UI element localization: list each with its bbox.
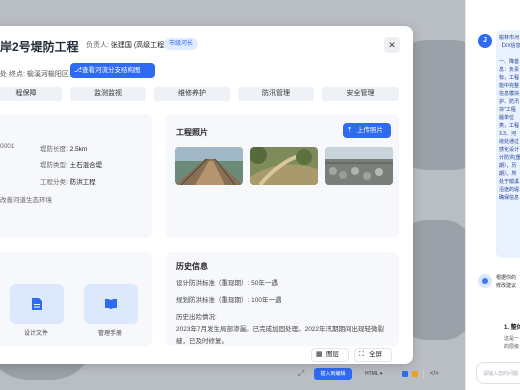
insert-to-editor-button[interactable]: 插入到编辑 — [314, 368, 352, 380]
document-icon — [32, 298, 42, 310]
project-category: 工程分类: 防洪工程 — [40, 176, 96, 186]
layer-button-label: 图层 — [326, 351, 339, 358]
past-incidents-text-1: 2023年7月发生局部渗漏。已完成加固处理。2022年汛期期间出现轻微裂 — [176, 326, 385, 333]
reply-section-text: 这是一 的层级 — [504, 335, 519, 351]
dike-photo-2[interactable] — [250, 147, 318, 185]
page-title: 岸2号堤防工程 — [0, 40, 79, 54]
message-line: 沿途的堤 — [499, 187, 520, 193]
dike-type-label: 堤防类型: — [40, 162, 68, 169]
past-incidents-text-2: 缝，已及时修复。 — [176, 338, 228, 345]
tab-engineering[interactable]: 程保障 — [0, 87, 62, 101]
message-line: 期）。所 — [499, 171, 517, 177]
blue-swatch-icon[interactable] — [402, 371, 408, 377]
layers-icon: ▦ — [316, 351, 323, 358]
message-line: 类，工程 — [499, 123, 520, 129]
dike-length-label: 堤防长度: — [40, 146, 68, 153]
project-code: 0001 — [0, 143, 15, 150]
project-category-label: 工程分类: — [40, 179, 68, 186]
dike-photo-1[interactable] — [175, 147, 243, 185]
fullscreen-icon: ⛶ — [359, 351, 364, 358]
close-button[interactable]: ✕ — [384, 37, 400, 53]
format-select[interactable]: HTML ▾ — [365, 369, 382, 379]
message-line: 信息模块 — [499, 91, 520, 97]
message-line: 息：负责 — [499, 67, 520, 73]
fullscreen-button[interactable]: ⛶ 全屏 — [354, 348, 392, 362]
message-line: 绕处通过 — [499, 139, 520, 145]
history-heading: 历史信息 — [176, 262, 208, 271]
view-branch-map-label: 查看河流分支结构图 — [82, 67, 141, 74]
fullscreen-button-label: 全屏 — [369, 351, 382, 358]
dike-photo-3[interactable] — [325, 147, 393, 185]
message-line: 感化设计 — [499, 147, 520, 153]
message-line — [499, 50, 520, 58]
assistant-panel: J 榆林市河【XX信息 一、降首息：负责标，工程能中完整信息模块护、防汛块"工程… — [465, 0, 520, 390]
assistant-reply: 根据你的 修改建议 — [496, 274, 520, 290]
code-view-icon[interactable]: </> — [430, 369, 439, 379]
message-line: 履单位 — [499, 115, 515, 121]
editor-toolbar: ⤢ 插入到编辑 HTML ▾ </> — [292, 366, 465, 382]
format-select-value: HTML — [365, 371, 379, 377]
message-line: 榆林市河 — [499, 35, 520, 41]
user-avatar: J — [478, 34, 492, 48]
message-line: 确保信息 — [499, 195, 520, 201]
layer-button[interactable]: ▦ 图层 — [311, 348, 349, 362]
chat-input[interactable]: 请输入您的问题 — [476, 362, 520, 384]
project-goal: 改善河道生态环境 — [0, 197, 52, 204]
design-flood-standard: 设计防洪标准（重现期）: 50年一遇 — [176, 280, 278, 287]
message-line: 期），历 — [499, 163, 517, 169]
assistant-avatar-icon — [478, 274, 492, 288]
message-line: 【XX信息 — [499, 43, 520, 49]
branch-icon: ⎇ — [74, 67, 83, 74]
section-line: 的层级 — [504, 344, 520, 350]
orange-swatch-icon[interactable] — [412, 371, 418, 377]
message-line: 块"工程 — [499, 107, 516, 113]
dike-length: 堤防长度: 2.5km — [40, 143, 87, 153]
location-text: 处 终点: 榆溪河榆阳区界 — [0, 71, 76, 78]
section-line: 这是一 — [504, 336, 520, 342]
reply-line: 根据你的 — [496, 275, 517, 281]
design-doc-label: 设计文件 — [24, 331, 49, 337]
message-line: 计防洪(重 — [499, 155, 520, 161]
dike-detail-modal: 岸2号堤防工程 负责人: 张建国 (高级工程师) 市级河长 ✕ 处 终点: 榆溪… — [0, 26, 413, 364]
tab-maintenance[interactable]: 维修养护 — [154, 87, 230, 101]
dike-length-value: 2.5km — [69, 146, 88, 153]
message-line: 能中完整 — [499, 83, 520, 89]
manual-doc-tile[interactable] — [84, 284, 138, 324]
level-badge: 市级河长 — [164, 38, 199, 50]
dike-type-value: 土石混合堤 — [69, 162, 103, 169]
user-message-bubble: 榆林市河【XX信息 一、降首息：负责标，工程能中完整信息模块护、防汛块"工程履单… — [496, 30, 520, 258]
plan-flood-standard: 规划防洪标准（重现期）: 100年一遇 — [176, 297, 282, 304]
message-line: 标，工程 — [499, 75, 520, 81]
photo-image-1 — [175, 147, 243, 185]
past-incidents-label: 历史出险情况: — [176, 314, 217, 321]
owner-label: 负责人: — [86, 42, 109, 49]
dike-type: 堤防类型: 土石混合堤 — [40, 159, 102, 169]
upload-photo-button[interactable]: ⤒ 上传照片 — [343, 123, 391, 138]
toolbar-divider — [423, 369, 424, 379]
reply-line: 修改建议 — [496, 283, 517, 289]
project-category-value: 防洪工程 — [69, 179, 96, 186]
photos-heading: 工程照片 — [176, 128, 208, 137]
book-icon — [105, 299, 117, 309]
tab-safety[interactable]: 安全管理 — [322, 87, 399, 101]
tab-flood-control[interactable]: 防汛管理 — [238, 87, 314, 101]
tab-monitoring[interactable]: 监测监视 — [70, 87, 146, 101]
tab-bar: 程保障 监测监视 维修养护 防汛管理 安全管理 — [0, 87, 399, 101]
photo-image-3 — [325, 147, 393, 185]
photo-image-2 — [250, 147, 318, 185]
upload-photo-label: 上传照片 — [357, 127, 383, 134]
reply-section-title: 1. 整体 — [504, 325, 520, 331]
manual-doc-label: 管理手册 — [98, 331, 123, 337]
design-doc-tile[interactable] — [10, 284, 64, 324]
message-line: 3.3、河 — [499, 131, 516, 137]
expand-icon[interactable]: ⤢ — [296, 369, 306, 379]
message-line: 护、防汛 — [499, 99, 520, 105]
message-line: 处于榆溪 — [499, 179, 520, 185]
message-line: 一、降首 — [499, 59, 520, 65]
view-branch-map-button[interactable]: ⎇ 查看河流分支结构图 — [70, 63, 155, 78]
upload-icon: ⤒ — [348, 127, 352, 134]
owner-info: 负责人: 张建国 (高级工程师) — [86, 40, 174, 50]
